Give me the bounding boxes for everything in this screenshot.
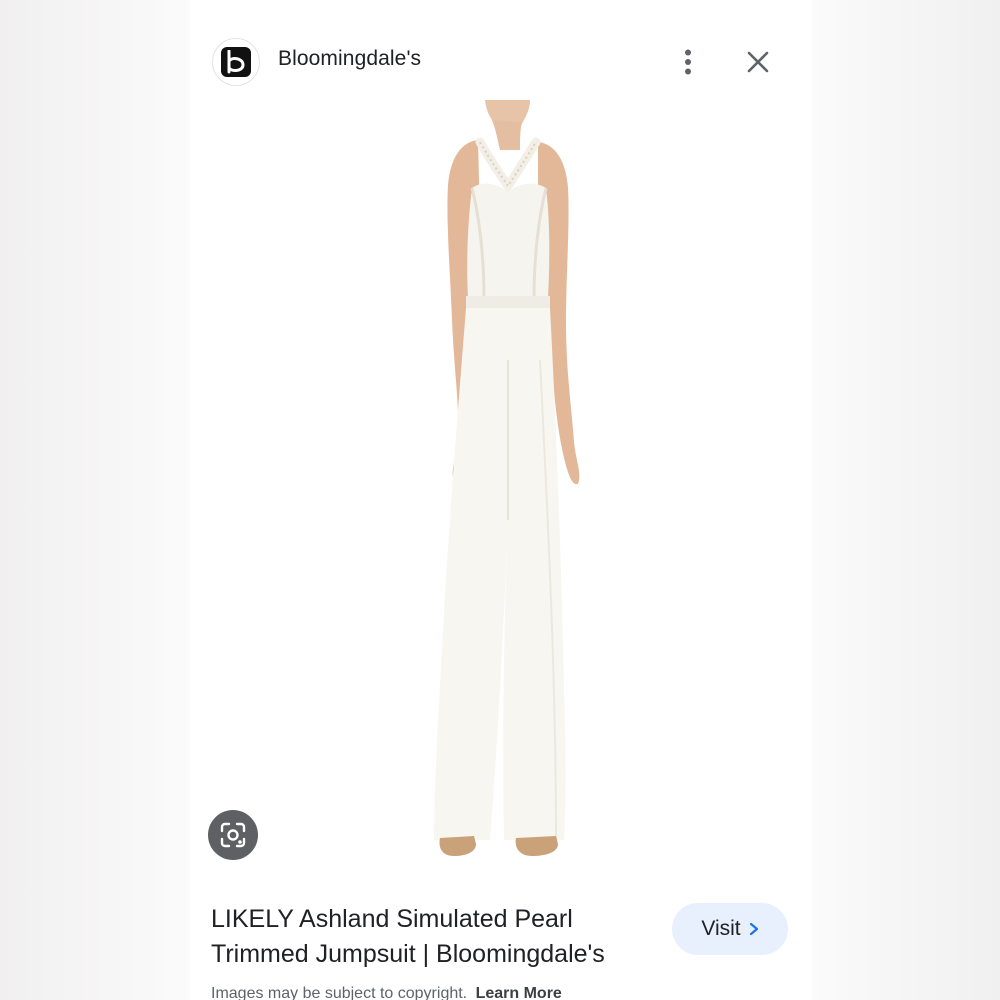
image-viewer-panel: Bloomingdale's LIKELY Ashland Simulated …: [190, 0, 812, 1000]
close-button[interactable]: [738, 42, 778, 82]
visit-button-label: Visit: [701, 917, 741, 940]
source-name[interactable]: Bloomingdale's: [278, 47, 421, 71]
close-icon: [747, 51, 769, 73]
learn-more-link[interactable]: Learn More: [476, 985, 562, 1000]
visit-button[interactable]: Visit: [672, 903, 788, 955]
copyright-notice: Images may be subject to copyright. Lear…: [211, 985, 562, 1000]
source-logo[interactable]: [212, 38, 260, 86]
bloomingdales-logo-icon: [221, 47, 251, 77]
more-vert-icon: [685, 49, 691, 75]
viewer-header: Bloomingdale's: [190, 0, 812, 110]
background-left: [0, 0, 190, 1000]
product-image[interactable]: [380, 100, 640, 880]
google-lens-button[interactable]: [208, 810, 258, 860]
background-right: [812, 0, 1000, 1000]
chevron-right-icon: [749, 922, 758, 936]
google-lens-icon: [220, 822, 246, 848]
more-options-button[interactable]: [668, 42, 708, 82]
copyright-text: Images may be subject to copyright.: [211, 985, 468, 1000]
product-title[interactable]: LIKELY Ashland Simulated Pearl Trimmed J…: [211, 902, 651, 972]
